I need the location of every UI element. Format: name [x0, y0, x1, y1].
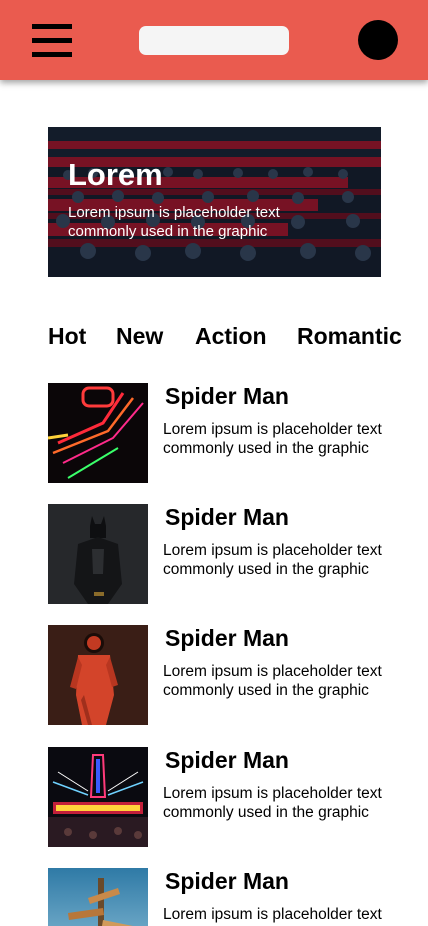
- movie-description: Lorem ipsum is placeholder text commonly…: [163, 542, 382, 578]
- tab-new[interactable]: New: [116, 323, 163, 350]
- movie-title: Spider Man: [165, 868, 289, 894]
- movie-title: Spider Man: [165, 625, 289, 651]
- movie-thumbnail: [48, 868, 148, 926]
- app-screen: Lorem Lorem ipsum is placeholder text co…: [0, 0, 428, 926]
- movie-list-item[interactable]: Spider Man Lorem ipsum is placeholder te…: [48, 625, 428, 725]
- tab-romantic[interactable]: Romantic: [297, 323, 402, 350]
- movie-list-item[interactable]: Spider Man Lorem ipsum is placeholder te…: [48, 868, 428, 926]
- tab-action[interactable]: Action: [195, 323, 267, 350]
- category-tabs: Hot New Action Romantic: [48, 323, 428, 353]
- movie-description: Lorem ipsum is placeholder text commonly…: [163, 663, 382, 699]
- movie-thumbnail: [48, 747, 148, 847]
- avatar[interactable]: [358, 20, 398, 60]
- movie-list-item[interactable]: Spider Man Lorem ipsum is placeholder te…: [48, 504, 428, 604]
- movie-thumbnail: [48, 504, 148, 604]
- menu-line: [32, 38, 72, 43]
- menu-line: [32, 52, 72, 57]
- cinema-audience-image: [48, 127, 381, 277]
- movie-title: Spider Man: [165, 504, 289, 530]
- top-bar: [0, 0, 428, 80]
- hamburger-menu-icon[interactable]: [32, 24, 72, 58]
- movie-thumbnail: [48, 625, 148, 725]
- movie-description: Lorem ipsum is placeholder text commonly…: [163, 421, 382, 457]
- hero-title: Lorem: [68, 157, 163, 192]
- movie-description: Lorem ipsum is placeholder text commonly…: [163, 785, 382, 821]
- movie-title: Spider Man: [165, 747, 289, 773]
- movie-list-item[interactable]: Spider Man Lorem ipsum is placeholder te…: [48, 383, 428, 483]
- hero-description: Lorem ipsum is placeholder text commonly…: [68, 204, 280, 240]
- hero-banner[interactable]: Lorem Lorem ipsum is placeholder text co…: [48, 127, 381, 277]
- movie-thumbnail: [48, 383, 148, 483]
- movie-title: Spider Man: [165, 383, 289, 409]
- movie-description: Lorem ipsum is placeholder text commonly…: [163, 906, 382, 926]
- search-input[interactable]: [139, 26, 289, 55]
- tab-hot[interactable]: Hot: [48, 323, 86, 350]
- menu-line: [32, 24, 72, 29]
- movie-list-item[interactable]: Spider Man Lorem ipsum is placeholder te…: [48, 747, 428, 847]
